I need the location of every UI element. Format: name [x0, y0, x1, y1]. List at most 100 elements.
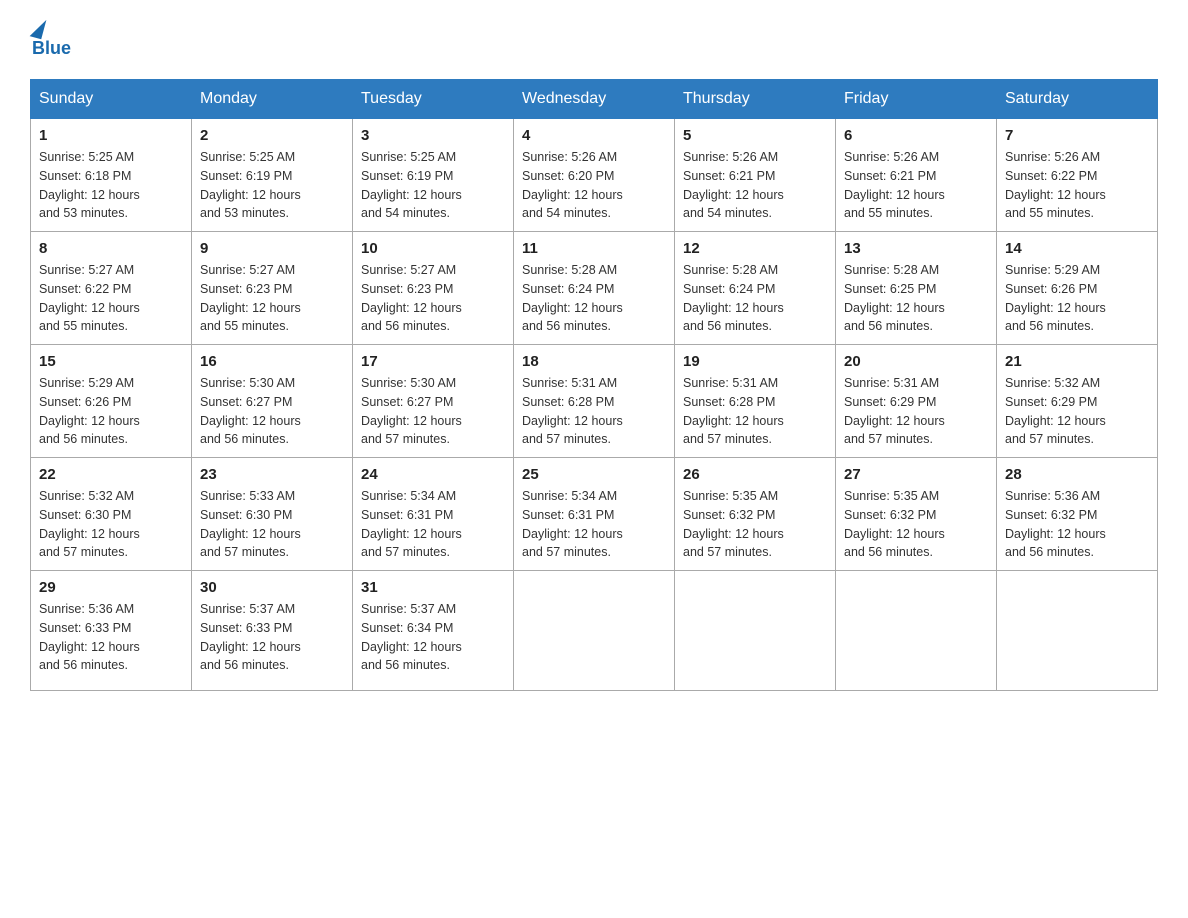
page-header: Blue [30, 20, 1158, 59]
day-number: 11 [522, 240, 666, 257]
column-header-sunday: Sunday [31, 80, 192, 119]
calendar-week-row: 8 Sunrise: 5:27 AMSunset: 6:22 PMDayligh… [31, 232, 1158, 345]
day-number: 8 [39, 240, 183, 257]
day-number: 4 [522, 127, 666, 144]
calendar-cell: 23 Sunrise: 5:33 AMSunset: 6:30 PMDaylig… [192, 458, 353, 571]
day-info: Sunrise: 5:35 AMSunset: 6:32 PMDaylight:… [683, 487, 827, 562]
calendar-cell: 4 Sunrise: 5:26 AMSunset: 6:20 PMDayligh… [514, 119, 675, 232]
calendar-cell [836, 571, 997, 691]
day-number: 2 [200, 127, 344, 144]
day-number: 30 [200, 579, 344, 596]
day-info: Sunrise: 5:35 AMSunset: 6:32 PMDaylight:… [844, 487, 988, 562]
calendar-cell: 29 Sunrise: 5:36 AMSunset: 6:33 PMDaylig… [31, 571, 192, 691]
day-info: Sunrise: 5:32 AMSunset: 6:29 PMDaylight:… [1005, 374, 1149, 449]
day-info: Sunrise: 5:31 AMSunset: 6:28 PMDaylight:… [683, 374, 827, 449]
calendar-cell: 9 Sunrise: 5:27 AMSunset: 6:23 PMDayligh… [192, 232, 353, 345]
column-header-saturday: Saturday [997, 80, 1158, 119]
day-number: 6 [844, 127, 988, 144]
day-info: Sunrise: 5:26 AMSunset: 6:21 PMDaylight:… [844, 148, 988, 223]
day-number: 10 [361, 240, 505, 257]
day-number: 15 [39, 353, 183, 370]
calendar-cell: 2 Sunrise: 5:25 AMSunset: 6:19 PMDayligh… [192, 119, 353, 232]
day-info: Sunrise: 5:27 AMSunset: 6:23 PMDaylight:… [361, 261, 505, 336]
day-info: Sunrise: 5:37 AMSunset: 6:34 PMDaylight:… [361, 600, 505, 675]
calendar-table: SundayMondayTuesdayWednesdayThursdayFrid… [30, 79, 1158, 691]
calendar-header-row: SundayMondayTuesdayWednesdayThursdayFrid… [31, 80, 1158, 119]
day-number: 12 [683, 240, 827, 257]
calendar-cell: 26 Sunrise: 5:35 AMSunset: 6:32 PMDaylig… [675, 458, 836, 571]
calendar-cell: 3 Sunrise: 5:25 AMSunset: 6:19 PMDayligh… [353, 119, 514, 232]
day-number: 13 [844, 240, 988, 257]
column-header-friday: Friday [836, 80, 997, 119]
day-number: 20 [844, 353, 988, 370]
column-header-thursday: Thursday [675, 80, 836, 119]
calendar-cell: 12 Sunrise: 5:28 AMSunset: 6:24 PMDaylig… [675, 232, 836, 345]
day-number: 28 [1005, 466, 1149, 483]
calendar-cell: 17 Sunrise: 5:30 AMSunset: 6:27 PMDaylig… [353, 345, 514, 458]
calendar-cell: 18 Sunrise: 5:31 AMSunset: 6:28 PMDaylig… [514, 345, 675, 458]
calendar-cell: 6 Sunrise: 5:26 AMSunset: 6:21 PMDayligh… [836, 119, 997, 232]
day-number: 3 [361, 127, 505, 144]
day-info: Sunrise: 5:28 AMSunset: 6:24 PMDaylight:… [522, 261, 666, 336]
day-info: Sunrise: 5:36 AMSunset: 6:33 PMDaylight:… [39, 600, 183, 675]
day-info: Sunrise: 5:36 AMSunset: 6:32 PMDaylight:… [1005, 487, 1149, 562]
calendar-cell: 15 Sunrise: 5:29 AMSunset: 6:26 PMDaylig… [31, 345, 192, 458]
calendar-cell: 19 Sunrise: 5:31 AMSunset: 6:28 PMDaylig… [675, 345, 836, 458]
day-info: Sunrise: 5:33 AMSunset: 6:30 PMDaylight:… [200, 487, 344, 562]
calendar-cell: 20 Sunrise: 5:31 AMSunset: 6:29 PMDaylig… [836, 345, 997, 458]
calendar-cell: 24 Sunrise: 5:34 AMSunset: 6:31 PMDaylig… [353, 458, 514, 571]
day-number: 9 [200, 240, 344, 257]
day-info: Sunrise: 5:31 AMSunset: 6:28 PMDaylight:… [522, 374, 666, 449]
day-info: Sunrise: 5:25 AMSunset: 6:19 PMDaylight:… [361, 148, 505, 223]
day-info: Sunrise: 5:34 AMSunset: 6:31 PMDaylight:… [361, 487, 505, 562]
day-number: 25 [522, 466, 666, 483]
day-info: Sunrise: 5:25 AMSunset: 6:19 PMDaylight:… [200, 148, 344, 223]
day-info: Sunrise: 5:26 AMSunset: 6:21 PMDaylight:… [683, 148, 827, 223]
calendar-week-row: 15 Sunrise: 5:29 AMSunset: 6:26 PMDaylig… [31, 345, 1158, 458]
calendar-cell: 11 Sunrise: 5:28 AMSunset: 6:24 PMDaylig… [514, 232, 675, 345]
day-number: 19 [683, 353, 827, 370]
day-info: Sunrise: 5:32 AMSunset: 6:30 PMDaylight:… [39, 487, 183, 562]
day-info: Sunrise: 5:37 AMSunset: 6:33 PMDaylight:… [200, 600, 344, 675]
logo: Blue [30, 20, 71, 59]
day-number: 16 [200, 353, 344, 370]
calendar-cell: 28 Sunrise: 5:36 AMSunset: 6:32 PMDaylig… [997, 458, 1158, 571]
day-info: Sunrise: 5:27 AMSunset: 6:23 PMDaylight:… [200, 261, 344, 336]
calendar-cell: 25 Sunrise: 5:34 AMSunset: 6:31 PMDaylig… [514, 458, 675, 571]
day-info: Sunrise: 5:29 AMSunset: 6:26 PMDaylight:… [39, 374, 183, 449]
day-number: 7 [1005, 127, 1149, 144]
day-number: 29 [39, 579, 183, 596]
calendar-cell: 7 Sunrise: 5:26 AMSunset: 6:22 PMDayligh… [997, 119, 1158, 232]
day-info: Sunrise: 5:26 AMSunset: 6:20 PMDaylight:… [522, 148, 666, 223]
day-info: Sunrise: 5:34 AMSunset: 6:31 PMDaylight:… [522, 487, 666, 562]
calendar-cell: 1 Sunrise: 5:25 AMSunset: 6:18 PMDayligh… [31, 119, 192, 232]
calendar-cell: 30 Sunrise: 5:37 AMSunset: 6:33 PMDaylig… [192, 571, 353, 691]
day-info: Sunrise: 5:26 AMSunset: 6:22 PMDaylight:… [1005, 148, 1149, 223]
calendar-week-row: 22 Sunrise: 5:32 AMSunset: 6:30 PMDaylig… [31, 458, 1158, 571]
day-info: Sunrise: 5:28 AMSunset: 6:24 PMDaylight:… [683, 261, 827, 336]
calendar-cell: 27 Sunrise: 5:35 AMSunset: 6:32 PMDaylig… [836, 458, 997, 571]
day-number: 21 [1005, 353, 1149, 370]
calendar-week-row: 1 Sunrise: 5:25 AMSunset: 6:18 PMDayligh… [31, 119, 1158, 232]
calendar-cell: 14 Sunrise: 5:29 AMSunset: 6:26 PMDaylig… [997, 232, 1158, 345]
calendar-cell: 31 Sunrise: 5:37 AMSunset: 6:34 PMDaylig… [353, 571, 514, 691]
day-number: 26 [683, 466, 827, 483]
day-number: 22 [39, 466, 183, 483]
logo-triangle-icon [30, 17, 47, 39]
day-number: 24 [361, 466, 505, 483]
day-info: Sunrise: 5:28 AMSunset: 6:25 PMDaylight:… [844, 261, 988, 336]
day-number: 14 [1005, 240, 1149, 257]
column-header-monday: Monday [192, 80, 353, 119]
calendar-cell: 8 Sunrise: 5:27 AMSunset: 6:22 PMDayligh… [31, 232, 192, 345]
column-header-wednesday: Wednesday [514, 80, 675, 119]
calendar-cell: 5 Sunrise: 5:26 AMSunset: 6:21 PMDayligh… [675, 119, 836, 232]
calendar-cell [514, 571, 675, 691]
day-number: 5 [683, 127, 827, 144]
calendar-cell: 10 Sunrise: 5:27 AMSunset: 6:23 PMDaylig… [353, 232, 514, 345]
column-header-tuesday: Tuesday [353, 80, 514, 119]
day-number: 31 [361, 579, 505, 596]
calendar-cell [997, 571, 1158, 691]
logo-subtitle: Blue [32, 38, 71, 59]
day-info: Sunrise: 5:30 AMSunset: 6:27 PMDaylight:… [200, 374, 344, 449]
calendar-cell: 21 Sunrise: 5:32 AMSunset: 6:29 PMDaylig… [997, 345, 1158, 458]
